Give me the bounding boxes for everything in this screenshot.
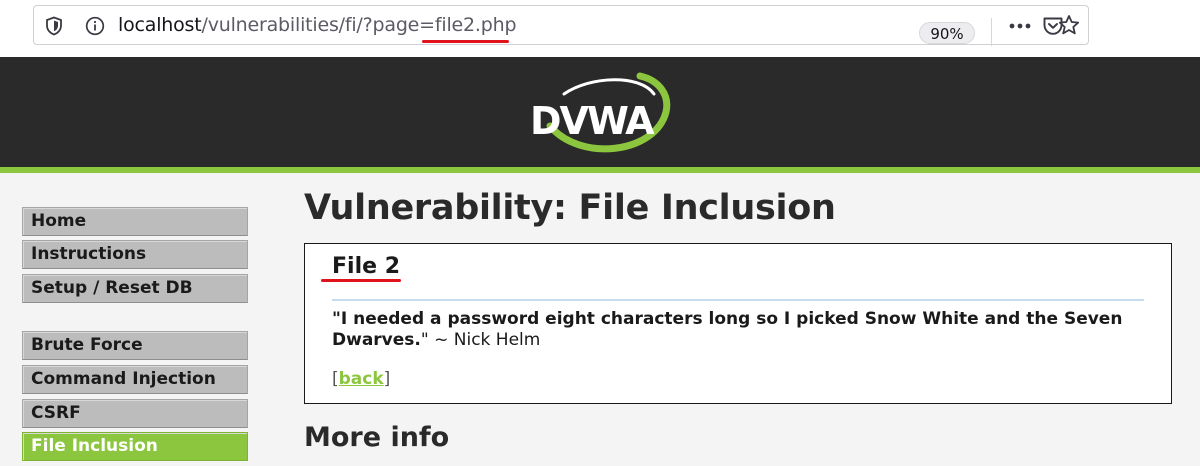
url-path: /vulnerabilities/fi/?page= (201, 14, 436, 36)
quote-author: ~ Nick Helm (428, 330, 541, 350)
toolbar-divider (991, 18, 992, 46)
page-title: Vulnerability: File Inclusion (304, 188, 836, 228)
menu-item-setup-reset-db[interactable]: Setup / Reset DB (22, 274, 248, 303)
quote-close: " (420, 330, 429, 350)
box-divider (332, 299, 1144, 301)
box-title: File 2 (332, 254, 400, 279)
address-bar[interactable]: localhost/vulnerabilities/fi/?page=file2… (33, 5, 1089, 46)
url-text[interactable]: localhost/vulnerabilities/fi/?page=file2… (118, 14, 517, 36)
quote-text: "I needed a password eight characters lo… (332, 309, 1152, 351)
url-host: localhost (118, 14, 202, 36)
back-bracket-open: [ (332, 369, 339, 389)
dvwa-logo[interactable]: DVWA (520, 64, 680, 164)
zoom-level-button[interactable]: 90% (919, 22, 975, 44)
more-icon[interactable] (1009, 15, 1031, 37)
logo-text: DVWA (530, 99, 655, 143)
back-bracket-close: ] (383, 369, 391, 389)
menu-item-csrf[interactable]: CSRF (22, 399, 248, 428)
menu-item-file-inclusion[interactable]: File Inclusion (22, 432, 248, 461)
menu-item-home[interactable]: Home (22, 207, 248, 236)
more-info-heading: More info (304, 422, 450, 453)
browser-toolbar: localhost/vulnerabilities/fi/?page=file2… (0, 0, 1200, 57)
back-link-wrap: [back] (332, 369, 390, 389)
menu-item-instructions[interactable]: Instructions (22, 240, 248, 269)
back-link[interactable]: back (339, 369, 384, 389)
title-annotation-underline (321, 279, 401, 282)
url-annotation-underline (422, 40, 509, 43)
info-icon[interactable] (84, 15, 106, 37)
shield-icon[interactable] (43, 15, 65, 37)
menu-item-command-injection[interactable]: Command Injection (22, 365, 248, 394)
bookmark-star-icon[interactable] (1058, 14, 1080, 36)
url-param: file2.php (434, 14, 517, 36)
menu-item-brute-force[interactable]: Brute Force (22, 331, 248, 360)
